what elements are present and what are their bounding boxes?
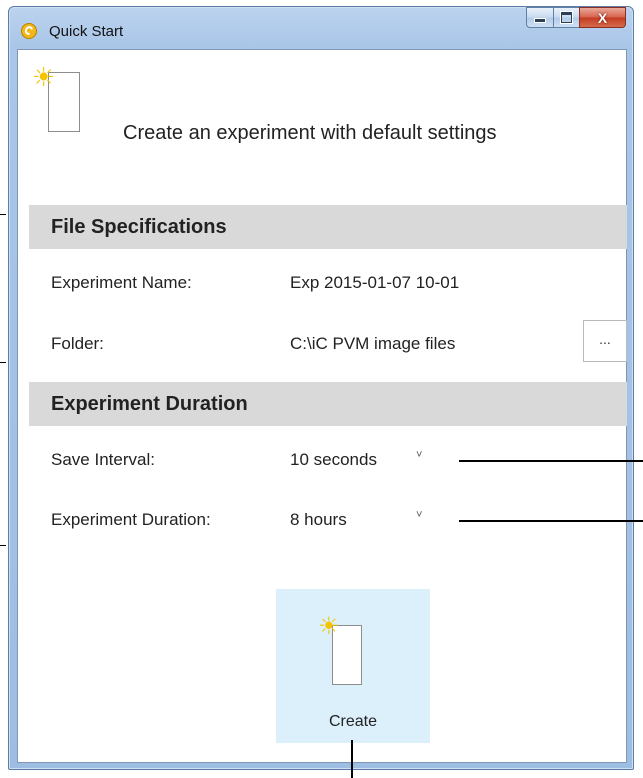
minimize-button[interactable]: [526, 7, 554, 28]
callout-line-create: [351, 740, 353, 778]
title-bar[interactable]: Quick Start X: [9, 7, 633, 49]
sun-icon: ☀: [318, 613, 340, 640]
callout-line-duration: [459, 520, 643, 522]
callout-line-left-1: [0, 214, 6, 215]
maximize-icon: [561, 12, 572, 23]
callout-line-save-interval: [459, 460, 643, 462]
experiment-name-value[interactable]: Exp 2015-01-07 10-01: [290, 273, 459, 293]
section-heading: File Specifications: [51, 216, 227, 238]
experiment-name-label: Experiment Name:: [51, 273, 192, 292]
browse-button-label: ...: [599, 331, 611, 347]
browse-folder-button[interactable]: ...: [583, 320, 627, 362]
save-interval-dropdown[interactable]: 10 seconds: [290, 450, 377, 470]
create-button-label: Create: [328, 713, 378, 730]
close-button[interactable]: X: [579, 7, 626, 28]
window-title: Quick Start: [49, 23, 124, 40]
minimize-icon: [534, 18, 546, 23]
maximize-button[interactable]: [553, 7, 580, 28]
create-button[interactable]: ☀ Create: [276, 589, 430, 743]
folder-label: Folder:: [51, 334, 104, 353]
caption-buttons: X: [526, 7, 626, 29]
close-icon: X: [597, 9, 608, 26]
section-heading: Experiment Duration: [51, 393, 248, 415]
experiment-duration-label: Experiment Duration:: [51, 510, 211, 529]
experiment-duration-dropdown[interactable]: 8 hours: [290, 510, 347, 530]
section-file-specifications: File Specifications: [29, 205, 627, 249]
save-interval-chevron-down-icon[interactable]: ˅: [416, 449, 422, 461]
header-text: Create an experiment with default settin…: [123, 122, 497, 144]
new-document-sun-icon: ☀: [32, 62, 82, 132]
new-document-sun-icon: ☀: [318, 615, 378, 695]
app-logo-icon: [21, 23, 37, 39]
sun-icon: ☀: [32, 62, 56, 92]
section-experiment-duration: Experiment Duration: [29, 382, 627, 426]
save-interval-label: Save Interval:: [51, 450, 155, 469]
experiment-duration-chevron-down-icon[interactable]: ˅: [416, 509, 422, 521]
folder-value[interactable]: C:\iC PVM image files: [290, 334, 455, 354]
callout-line-left-3: [0, 545, 6, 546]
callout-line-left-2: [0, 362, 6, 363]
